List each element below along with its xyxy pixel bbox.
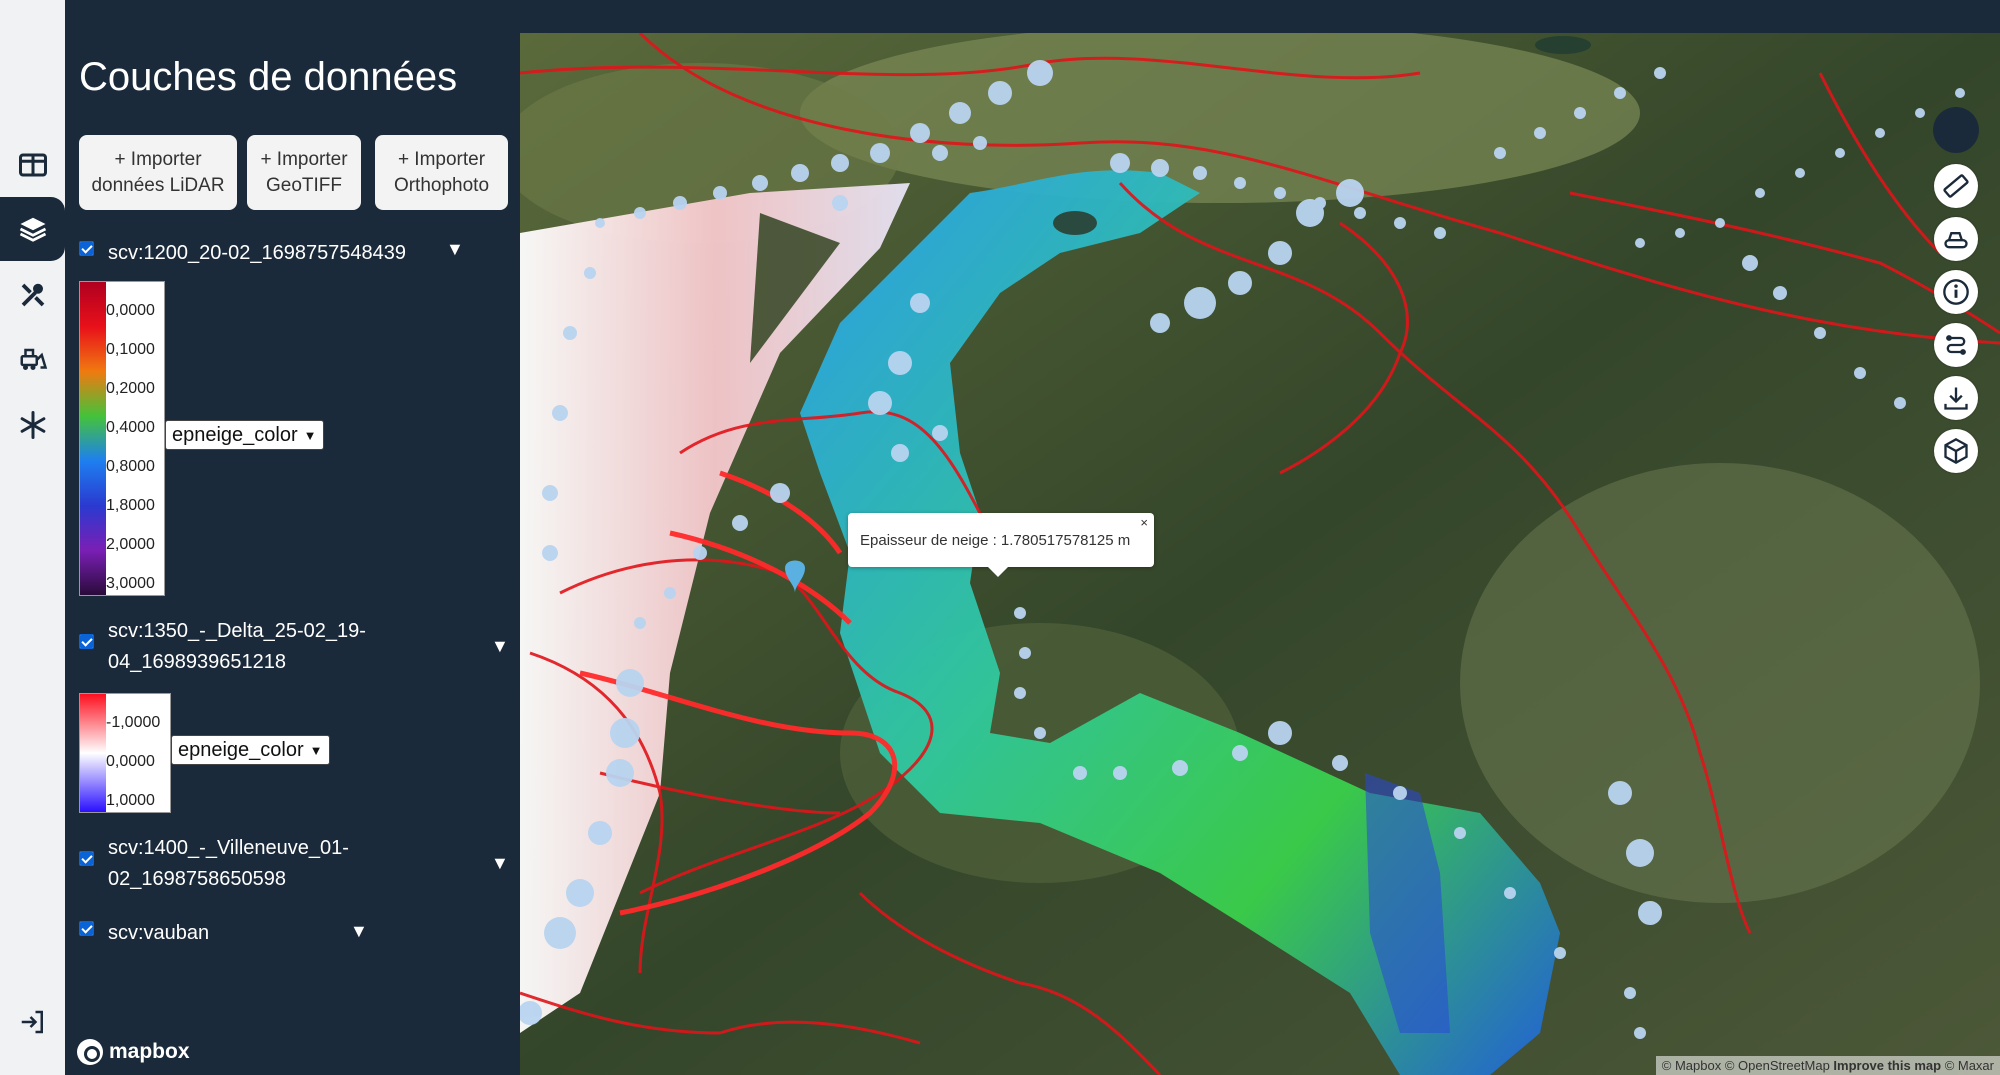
layer-checkbox[interactable] [79, 921, 94, 936]
map-canvas[interactable]: Epaisseur de neige : 1.780517578125 m × … [520, 33, 2000, 1075]
mapbox-logo-text: mapbox [109, 1040, 190, 1063]
map-attribution: © Mapbox © OpenStreetMap Improve this ma… [1655, 1056, 2000, 1075]
layer-item: scv:1350_-_Delta_25-02_19-04_16989396512… [79, 616, 459, 678]
legend-gradient [80, 694, 106, 812]
layer-checkbox[interactable] [79, 851, 94, 866]
legend-tick: 0,4000 [106, 419, 155, 436]
import-geotiff-button[interactable]: + Importer GeoTIFF [247, 135, 361, 210]
layer-name: scv:1400_-_Villeneuve_01-02_169875865059… [108, 837, 349, 890]
snowcat-icon [1944, 232, 1968, 249]
expand-caret-icon[interactable]: ▼ [491, 636, 509, 657]
user-avatar[interactable] [1933, 107, 1979, 153]
layer-item: scv:1400_-_Villeneuve_01-02_169875865059… [79, 833, 459, 895]
popup-close-icon[interactable]: × [1140, 515, 1148, 530]
chevron-down-icon: ▼ [309, 742, 323, 758]
route-button[interactable] [1934, 323, 1978, 367]
logout-button[interactable] [0, 990, 65, 1054]
ruler-icon [1943, 174, 1969, 198]
colormap-select-value: epneige_color [178, 738, 304, 761]
attribution-osm[interactable]: © OpenStreetMap [1725, 1058, 1830, 1073]
legend-tick: 0,0000 [106, 302, 155, 319]
colormap-select[interactable]: epneige_color ▼ [165, 420, 324, 450]
layers-icon [19, 217, 46, 242]
legend-gradient [80, 282, 106, 595]
legend-tick: 0,8000 [106, 458, 155, 475]
legend-tick: 0,2000 [106, 380, 155, 397]
layer-item: scv:vauban [79, 918, 209, 949]
legend-tick: 3,0000 [106, 575, 155, 592]
color-legend: -1,0000 0,0000 1,0000 [79, 693, 171, 813]
layer-name: scv:vauban [108, 922, 210, 944]
snowplow-button[interactable] [0, 328, 65, 392]
table-icon [18, 153, 47, 177]
layer-checkbox[interactable] [79, 634, 94, 649]
layer-checkbox[interactable] [79, 241, 94, 256]
chevron-down-icon: ▼ [303, 427, 317, 443]
layer-name: scv:1200_20-02_1698757548439 [108, 242, 407, 264]
tools-icon [21, 283, 44, 307]
route-icon [1946, 335, 1966, 355]
colormap-select[interactable]: epneige_color ▼ [171, 735, 330, 765]
expand-caret-icon[interactable]: ▼ [491, 853, 509, 874]
attribution-improve[interactable]: Improve this map [1833, 1058, 1941, 1073]
snowflake-button[interactable] [0, 393, 65, 457]
legend-tick: 0,1000 [106, 341, 155, 358]
top-bar [65, 0, 2000, 33]
panel-title: Couches de données [79, 55, 458, 99]
mapbox-logo[interactable]: mapbox [77, 1039, 190, 1065]
layer-item: scv:1200_20-02_1698757548439 [79, 238, 406, 269]
snowplow-icon [20, 348, 47, 370]
attribution-mapbox[interactable]: © Mapbox [1662, 1058, 1721, 1073]
app: Couches de données + Importer données Li… [0, 0, 2000, 1075]
layers-button[interactable] [0, 197, 65, 261]
legend-tick: -1,0000 [106, 714, 161, 731]
legend-tick: 1,8000 [106, 497, 155, 514]
legend-tick: 2,0000 [106, 536, 155, 553]
colormap-select-value: epneige_color [172, 423, 298, 446]
popup-text: Epaisseur de neige : 1.780517578125 m [860, 531, 1131, 549]
login-icon [21, 1010, 43, 1034]
expand-caret-icon[interactable]: ▼ [446, 239, 464, 260]
attribution-maxar[interactable]: © Maxar [1945, 1058, 1994, 1073]
tools-button[interactable] [0, 263, 65, 327]
snowcat-button[interactable] [1934, 217, 1978, 261]
info-icon [1943, 279, 1969, 305]
legend-tick: 0,0000 [106, 753, 155, 770]
3d-view-button[interactable] [1934, 429, 1978, 473]
import-lidar-button[interactable]: + Importer données LiDAR [79, 135, 237, 210]
layer-name: scv:1350_-_Delta_25-02_19-04_16989396512… [108, 620, 366, 673]
download-icon [1944, 387, 1968, 410]
color-legend: 0,0000 0,1000 0,2000 0,4000 0,8000 1,800… [79, 281, 165, 596]
expand-caret-icon[interactable]: ▼ [350, 921, 368, 942]
layers-panel: Couches de données + Importer données Li… [65, 33, 520, 1075]
legend-tick: 1,0000 [106, 792, 155, 809]
snowflake-icon [20, 411, 45, 439]
table-view-button[interactable] [0, 133, 65, 197]
icon-sidebar [0, 0, 65, 1075]
mapbox-logo-icon [77, 1039, 103, 1065]
download-button[interactable] [1934, 376, 1978, 420]
info-popup: Epaisseur de neige : 1.780517578125 m × [848, 513, 1154, 577]
measure-button[interactable] [1934, 164, 1978, 208]
info-button[interactable] [1934, 270, 1978, 314]
cube-icon [1944, 437, 1968, 465]
terrain-map [520, 33, 2000, 1075]
import-orthophoto-button[interactable]: + Importer Orthophoto [375, 135, 508, 210]
